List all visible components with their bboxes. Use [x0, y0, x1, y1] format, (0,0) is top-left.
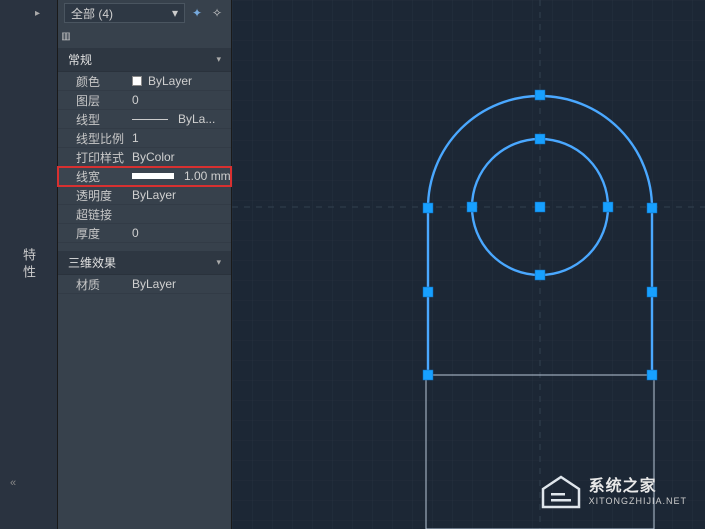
section-header-general[interactable]: 常规 ▾ [58, 48, 231, 72]
prop-row-transparency[interactable]: 透明度 ByLayer [58, 186, 231, 205]
prop-label: 线型比例 [58, 130, 126, 147]
panel-title-vertical: 特性 [19, 248, 38, 282]
section-title: 三维效果 [68, 254, 116, 271]
selection-label: 全部 (4) [71, 5, 113, 22]
properties-panel: 全部 (4) ✦ ✧ ▥ 常规 ▾ 颜色 ByLayer 图层 0 线型 ByL… [58, 0, 232, 529]
prop-label: 线型 [58, 111, 126, 128]
prop-value: ByLayer [126, 277, 231, 291]
drawing-canvas[interactable]: 系统之家 XITONGZHIJIA.NET [232, 0, 705, 529]
chevron-down-icon: ▾ [216, 54, 221, 65]
prop-row-layer[interactable]: 图层 0 [58, 91, 231, 110]
prop-label: 超链接 [58, 206, 126, 223]
selection-dropdown[interactable]: 全部 (4) [64, 3, 185, 23]
watermark-cn: 系统之家 [589, 477, 687, 496]
collapse-icon[interactable]: « [10, 477, 16, 489]
watermark-en: XITONGZHIJIA.NET [589, 496, 687, 507]
watermark: 系统之家 XITONGZHIJIA.NET [541, 475, 687, 509]
prop-label: 颜色 [58, 73, 126, 90]
chevron-down-icon: ▾ [216, 257, 221, 268]
prop-value: ByLa... [126, 112, 231, 126]
color-swatch-icon [132, 76, 142, 86]
canvas-svg [232, 0, 705, 529]
prop-label: 厚度 [58, 225, 126, 242]
chevron-right-icon[interactable]: ▸ [35, 8, 40, 19]
section-title: 常规 [68, 51, 92, 68]
watermark-text: 系统之家 XITONGZHIJIA.NET [589, 477, 687, 507]
prop-value-text: 1.00 mm [184, 169, 231, 183]
prop-value: ByLayer [126, 74, 231, 88]
filter-row: ▥ [58, 26, 231, 48]
panel-header: 全部 (4) ✦ ✧ [58, 0, 231, 26]
prop-label: 图层 [58, 92, 126, 109]
prop-row-color[interactable]: 颜色 ByLayer [58, 72, 231, 91]
prop-value: 0 [126, 226, 231, 240]
section-header-3d[interactable]: 三维效果 ▾ [58, 251, 231, 275]
prop-row-thickness[interactable]: 厚度 0 [58, 224, 231, 243]
prop-label: 透明度 [58, 187, 126, 204]
prop-row-ltscale[interactable]: 线型比例 1 [58, 129, 231, 148]
prop-value: 1.00 mm [126, 169, 231, 183]
prop-value: 0 [126, 93, 231, 107]
prop-value: ByColor [126, 150, 231, 164]
prop-row-hyperlink[interactable]: 超链接 [58, 205, 231, 224]
watermark-logo-icon [541, 475, 581, 509]
quick-select-icon[interactable]: ✧ [209, 5, 225, 21]
sidebar-strip: ▸ 特性 « [0, 0, 58, 529]
prop-value: ByLayer [126, 188, 231, 202]
prop-row-linetype[interactable]: 线型 ByLa... [58, 110, 231, 129]
prop-label: 打印样式 [58, 149, 126, 166]
linetype-sample-icon [132, 119, 168, 120]
add-selection-icon[interactable]: ✦ [189, 5, 205, 21]
prop-row-lineweight[interactable]: 线宽 1.00 mm [58, 167, 231, 186]
prop-label: 材质 [58, 276, 126, 293]
prop-row-material[interactable]: 材质 ByLayer [58, 275, 231, 294]
prop-value-text: ByLayer [148, 74, 192, 88]
prop-value: 1 [126, 131, 231, 145]
prop-label: 线宽 [58, 168, 126, 185]
lineweight-sample-icon [132, 173, 174, 179]
filter-icon[interactable]: ▥ [58, 28, 74, 44]
prop-row-plotstyle[interactable]: 打印样式 ByColor [58, 148, 231, 167]
prop-value-text: ByLa... [178, 112, 215, 126]
